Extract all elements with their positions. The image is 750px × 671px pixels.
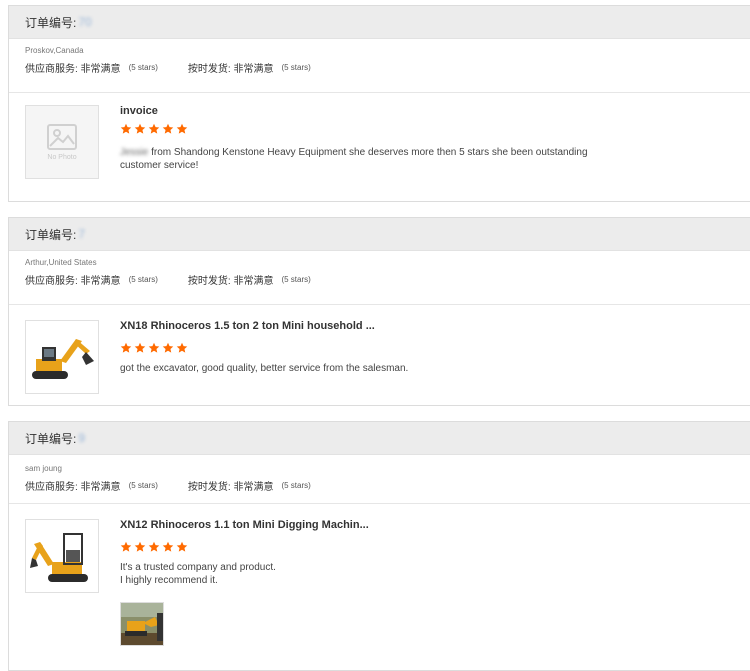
buyer-info: sam joung — [25, 463, 750, 475]
star-icon — [148, 123, 160, 134]
buyer-name: Arthur,United States — [25, 258, 97, 267]
comment-line: It's a trusted company and product. — [120, 562, 276, 573]
service-ratings: 供应商服务: 非常满意 (5 stars) 按时发货: 非常满意 (5 star… — [25, 478, 750, 493]
review-photo[interactable] — [120, 602, 164, 646]
on-time-delivery-rating: 按时发货: 非常满意 (5 stars) — [188, 478, 311, 493]
order-header: 订单编号: 70 — [9, 6, 750, 39]
order-number-label: 订单编号: — [25, 431, 77, 446]
order-number[interactable]: 9 — [78, 431, 85, 445]
star-icon — [134, 123, 146, 134]
on-time-stars: (5 stars) — [281, 481, 311, 490]
supplier-service-stars: (5 stars) — [128, 63, 158, 72]
order-number[interactable]: 7 — [78, 227, 85, 241]
order-card: 订单编号: 70 Proskov,Canada 供应商服务: 非常满意 (5 s… — [8, 5, 750, 202]
star-icon — [162, 541, 174, 552]
on-time-label: 按时发货: 非常满意 — [187, 482, 274, 493]
order-card: 订单编号: 7 Arthur,United States 供应商服务: 非常满意… — [8, 217, 750, 406]
no-photo-icon — [47, 123, 77, 150]
supplier-service-rating: 供应商服务: 非常满意 (5 stars) — [25, 60, 158, 75]
on-time-stars: (5 stars) — [281, 63, 311, 72]
on-time-delivery-rating: 按时发货: 非常满意 (5 stars) — [188, 272, 311, 287]
order-card: 订单编号: 9 sam joung 供应商服务: 非常满意 (5 stars) … — [8, 421, 750, 671]
order-meta: Arthur,United States 供应商服务: 非常满意 (5 star… — [9, 251, 750, 305]
star-icon — [162, 123, 174, 134]
comment-line: got the excavator, good quality, better … — [120, 363, 409, 374]
star-icon — [120, 123, 132, 134]
supplier-service-label: 供应商服务: 非常满意 — [25, 482, 121, 493]
star-icon — [176, 123, 188, 134]
on-time-stars: (5 stars) — [281, 275, 311, 284]
rating-stars — [120, 123, 188, 135]
product-thumbnail[interactable]: No Photo — [25, 105, 99, 179]
rating-stars — [120, 342, 188, 354]
order-header: 订单编号: 9 — [9, 422, 750, 455]
review-comment: It's a trusted company and product. I hi… — [120, 561, 620, 587]
order-number-label: 订单编号: — [25, 227, 77, 242]
excavator-image — [32, 339, 94, 379]
star-icon — [134, 342, 146, 353]
order-header: 订单编号: 7 — [9, 218, 750, 251]
product-title[interactable]: XN12 Rhinoceros 1.1 ton Mini Digging Mac… — [120, 519, 369, 531]
supplier-service-stars: (5 stars) — [128, 481, 158, 490]
review-comment: Jessie from Shandong Kenstone Heavy Equi… — [120, 146, 620, 172]
order-meta: sam joung 供应商服务: 非常满意 (5 stars) 按时发货: 非常… — [9, 455, 750, 504]
review-photo-image — [121, 603, 163, 645]
star-icon — [120, 342, 132, 353]
excavator-image — [30, 533, 88, 582]
product-title[interactable]: XN18 Rhinoceros 1.5 ton 2 ton Mini house… — [120, 320, 375, 332]
star-icon — [134, 541, 146, 552]
on-time-delivery-rating: 按时发货: 非常满意 (5 stars) — [188, 60, 311, 75]
no-photo-label: No Photo — [47, 153, 77, 161]
supplier-service-rating: 供应商服务: 非常满意 (5 stars) — [25, 478, 158, 493]
on-time-label: 按时发货: 非常满意 — [187, 276, 274, 287]
star-icon — [148, 541, 160, 552]
supplier-service-label: 供应商服务: 非常满意 — [25, 64, 121, 75]
supplier-service-label: 供应商服务: 非常满意 — [25, 276, 121, 287]
service-ratings: 供应商服务: 非常满意 (5 stars) 按时发货: 非常满意 (5 star… — [25, 60, 750, 75]
product-thumbnail[interactable] — [25, 320, 99, 394]
star-icon — [148, 342, 160, 353]
review-comment: got the excavator, good quality, better … — [120, 362, 620, 375]
product-thumbnail[interactable] — [25, 519, 99, 593]
star-icon — [162, 342, 174, 353]
star-icon — [176, 541, 188, 552]
order-number-label: 订单编号: — [25, 15, 77, 30]
product-title[interactable]: invoice — [120, 105, 158, 117]
comment-line: I highly recommend it. — [120, 575, 218, 586]
comment-line: from Shandong Kenstone Heavy Equipment s… — [148, 147, 588, 158]
order-number[interactable]: 70 — [78, 15, 91, 29]
supplier-service-stars: (5 stars) — [128, 275, 158, 284]
buyer-name: Proskov,Canada — [25, 46, 84, 55]
buyer-info: Proskov,Canada — [25, 45, 750, 57]
buyer-info: Arthur,United States — [25, 257, 750, 269]
supplier-service-rating: 供应商服务: 非常满意 (5 stars) — [25, 272, 158, 287]
on-time-label: 按时发货: 非常满意 — [187, 64, 274, 75]
service-ratings: 供应商服务: 非常满意 (5 stars) 按时发货: 非常满意 (5 star… — [25, 272, 750, 287]
order-meta: Proskov,Canada 供应商服务: 非常满意 (5 stars) 按时发… — [9, 39, 750, 93]
star-icon — [176, 342, 188, 353]
rating-stars — [120, 541, 188, 553]
comment-line: customer service! — [120, 160, 199, 171]
buyer-name: sam joung — [25, 464, 62, 473]
reviewer-name: Jessie — [120, 147, 149, 158]
star-icon — [120, 541, 132, 552]
